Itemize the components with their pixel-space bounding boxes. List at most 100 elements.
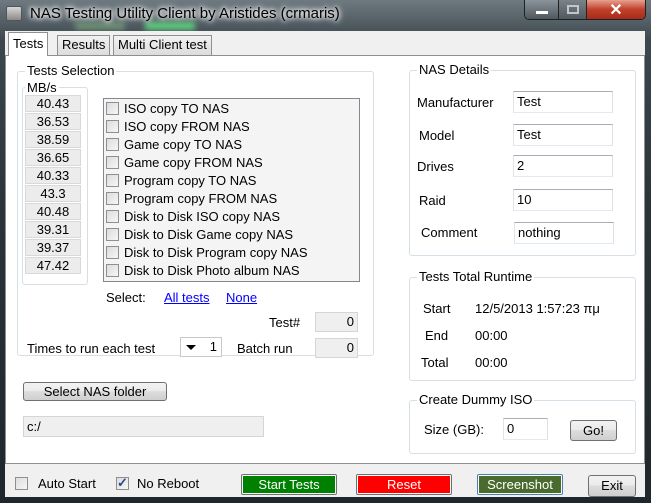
tests-selection-group: Tests Selection MB/s 40.43 36.53 38.59 3…	[17, 63, 374, 358]
app-window: NAS Testing Utility Client by Aristides …	[0, 0, 651, 503]
start-value: 12/5/2013 1:57:23 πμ	[475, 301, 600, 316]
test-label: Disk to Disk ISO copy NAS	[124, 208, 281, 224]
comment-input[interactable]: nothing	[514, 222, 614, 244]
runtime-title: Tests Total Runtime	[417, 269, 535, 284]
screenshot-button[interactable]: Screenshot	[477, 474, 563, 495]
tab-strip: Tests Results Multi Client test	[5, 31, 645, 56]
raid-input[interactable]: 10	[513, 189, 613, 211]
dummy-iso-group: Create Dummy ISO Size (GB): 0 Go!	[409, 392, 636, 454]
minimize-icon	[535, 11, 548, 14]
test-checkbox[interactable]	[106, 209, 119, 223]
auto-start-label: Auto Start	[38, 476, 96, 491]
model-input[interactable]: Test	[513, 124, 613, 146]
drives-label: Drives	[417, 159, 454, 174]
test-checkbox[interactable]	[106, 173, 119, 187]
test-item[interactable]: Program copy FROM NAS	[106, 189, 277, 207]
all-tests-link[interactable]: All tests	[164, 290, 210, 305]
close-icon: ✕	[609, 1, 623, 19]
dummy-iso-title: Create Dummy ISO	[417, 392, 535, 407]
start-label: Start	[423, 301, 451, 316]
test-checkbox[interactable]	[106, 155, 119, 169]
test-item[interactable]: ISO copy TO NAS	[106, 99, 229, 117]
test-label: Disk to Disk Photo album NAS	[124, 262, 300, 278]
tests-checklist: ISO copy TO NAS ISO copy FROM NAS Game c…	[103, 98, 360, 282]
select-label: Select:	[106, 290, 146, 305]
test-checkbox[interactable]	[106, 245, 119, 259]
size-gb-input[interactable]: 0	[503, 418, 548, 440]
total-value: 00:00	[475, 355, 508, 370]
test-item[interactable]: Game copy FROM NAS	[106, 153, 263, 171]
test-item[interactable]: Game copy TO NAS	[106, 135, 242, 153]
test-item[interactable]: Disk to Disk Game copy NAS	[106, 225, 293, 243]
end-label: End	[425, 328, 449, 343]
manufacturer-input[interactable]: Test	[513, 91, 613, 113]
test-item[interactable]: ISO copy FROM NAS	[106, 117, 250, 135]
manufacturer-label: Manufacturer	[417, 95, 494, 110]
mbs-value: 40.43	[25, 95, 81, 112]
test-label: Program copy FROM NAS	[124, 190, 278, 206]
mbs-value: 40.48	[25, 203, 81, 220]
mbs-value: 43.3	[25, 185, 81, 202]
window-title: NAS Testing Utility Client by Aristides …	[30, 5, 340, 22]
exit-button[interactable]: Exit	[588, 475, 636, 497]
auto-start-checkbox[interactable]	[15, 477, 28, 490]
none-link[interactable]: None	[226, 290, 257, 305]
total-label: Total	[421, 355, 449, 370]
test-item[interactable]: Disk to Disk ISO copy NAS	[106, 207, 280, 225]
maximize-icon	[566, 5, 579, 14]
start-tests-button[interactable]: Start Tests	[241, 474, 337, 495]
runtime-group: Tests Total Runtime Start 12/5/2013 1:57…	[409, 269, 636, 381]
test-label: Game copy TO NAS	[124, 136, 243, 152]
screenshot-label: Screenshot	[479, 476, 561, 493]
no-reboot-checkbox[interactable]	[116, 475, 129, 491]
reset-button[interactable]: Reset	[356, 474, 452, 495]
tab-results[interactable]: Results	[57, 35, 111, 55]
test-number-value: 0	[315, 312, 358, 332]
select-nas-folder-button[interactable]: Select NAS folder	[23, 382, 167, 401]
start-tests-label: Start Tests	[243, 476, 335, 493]
model-label: Model	[419, 128, 455, 143]
test-item[interactable]: Disk to Disk Photo album NAS	[106, 261, 300, 279]
test-checkbox[interactable]	[106, 119, 119, 133]
raid-label: Raid	[419, 193, 446, 208]
close-button[interactable]: ✕	[587, 0, 645, 19]
mbs-value: 36.53	[25, 113, 81, 130]
minimize-button[interactable]	[525, 0, 559, 19]
reset-label: Reset	[358, 476, 450, 493]
mbs-value: 39.37	[25, 239, 81, 256]
no-reboot-label: No Reboot	[137, 476, 200, 491]
tab-tests[interactable]: Tests	[8, 32, 49, 56]
test-number-label: Test#	[269, 315, 301, 330]
dropdown-arrow-icon[interactable]	[186, 345, 196, 350]
client-area: Tests Results Multi Client test Tests Se…	[5, 31, 645, 497]
test-label: Disk to Disk Program copy NAS	[124, 244, 308, 260]
maximize-button[interactable]	[559, 0, 587, 19]
comment-label: Comment	[421, 225, 478, 240]
test-checkbox[interactable]	[106, 101, 119, 115]
test-label: Program copy TO NAS	[124, 172, 257, 188]
drives-input[interactable]: 2	[513, 155, 613, 177]
mbs-value: 38.59	[25, 131, 81, 148]
test-item[interactable]: Disk to Disk Program copy NAS	[106, 243, 308, 261]
batch-run-value: 0	[315, 338, 358, 358]
test-checkbox[interactable]	[106, 191, 119, 205]
mbs-value: 39.31	[25, 221, 81, 238]
title-bar[interactable]: NAS Testing Utility Client by Aristides …	[0, 0, 651, 30]
test-checkbox[interactable]	[106, 263, 119, 277]
mbs-value: 36.65	[25, 149, 81, 166]
size-gb-label: Size (GB):	[424, 422, 484, 437]
times-to-run-value: 1	[209, 339, 217, 354]
tests-tab-page: Tests Selection MB/s 40.43 36.53 38.59 3…	[5, 55, 645, 464]
test-label: Disk to Disk Game copy NAS	[124, 226, 294, 242]
times-to-run-spinner[interactable]: 1	[180, 337, 222, 357]
batch-run-label: Batch run	[237, 341, 293, 356]
tests-selection-title: Tests Selection	[25, 63, 117, 78]
go-button[interactable]: Go!	[570, 420, 617, 441]
test-checkbox[interactable]	[106, 137, 119, 151]
mbs-title: MB/s	[25, 80, 59, 95]
test-item[interactable]: Program copy TO NAS	[106, 171, 256, 189]
app-icon	[6, 6, 22, 21]
nas-details-title: NAS Details	[417, 62, 492, 77]
test-checkbox[interactable]	[106, 227, 119, 241]
tab-multi-client-test[interactable]: Multi Client test	[113, 35, 212, 55]
